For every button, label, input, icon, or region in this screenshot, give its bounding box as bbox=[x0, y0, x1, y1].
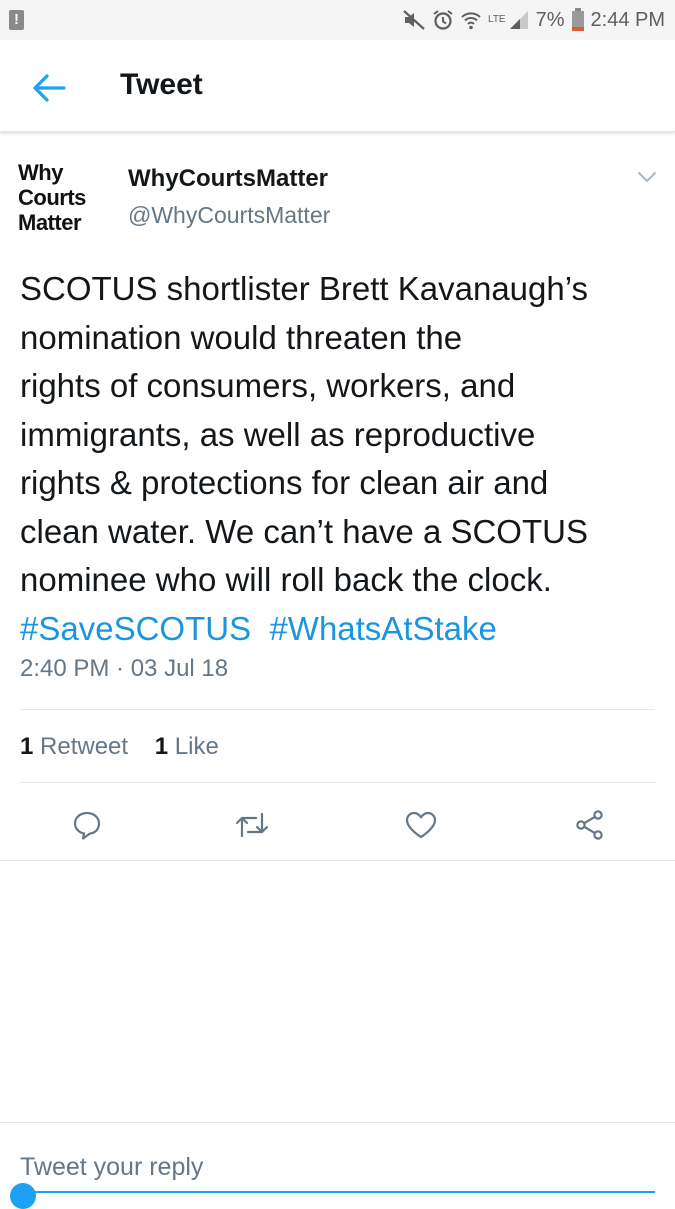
hashtag-line: #SaveSCOTUS #WhatsAtStake bbox=[20, 605, 660, 654]
avatar-line: Why bbox=[18, 160, 63, 185]
battery-icon bbox=[571, 8, 585, 32]
signal-icon bbox=[508, 9, 530, 31]
tweet-line: rights of consumers, workers, and bbox=[20, 367, 516, 404]
chevron-down-icon bbox=[638, 172, 656, 183]
divider bbox=[20, 782, 655, 783]
status-icons: LTE 7% 2:44 PM bbox=[402, 0, 665, 40]
back-button[interactable] bbox=[26, 65, 72, 111]
reply-button[interactable] bbox=[67, 805, 107, 845]
status-bar: ! LTE 7% 2:44 PM bbox=[0, 0, 675, 40]
divider bbox=[20, 709, 655, 710]
retweet-stat-label: Retweet bbox=[40, 733, 129, 760]
like-button[interactable] bbox=[401, 805, 441, 845]
hashtag-link[interactable]: #WhatsAtStake bbox=[269, 610, 496, 647]
tweet-text: SCOTUS shortlister Brett Kavanaugh’s nom… bbox=[20, 265, 660, 653]
mute-icon bbox=[402, 9, 426, 31]
network-type: LTE bbox=[488, 14, 506, 25]
like-count: 1 bbox=[154, 733, 169, 760]
retweet-count: 1 bbox=[20, 733, 34, 760]
clock: 2:44 PM bbox=[590, 8, 665, 31]
reply-input[interactable] bbox=[20, 1147, 650, 1187]
page-title: Tweet bbox=[120, 68, 203, 101]
like-stat-label: Like bbox=[174, 733, 219, 760]
author-name[interactable]: WhyCourtsMatter bbox=[128, 165, 328, 193]
heart-icon bbox=[405, 811, 437, 839]
avatar-line: Courts bbox=[18, 185, 86, 210]
author-handle[interactable]: @WhyCourtsMatter bbox=[128, 202, 330, 229]
share-button[interactable] bbox=[570, 805, 610, 845]
alert-icon: ! bbox=[9, 10, 24, 30]
like-stat[interactable]: 1 Like bbox=[155, 733, 219, 760]
retweet-icon bbox=[235, 812, 269, 838]
tweet-timestamp: 2:40 PM · 03 Jul 18 bbox=[20, 655, 229, 682]
app-bar: Tweet bbox=[0, 40, 675, 132]
arrow-left-icon bbox=[33, 74, 66, 102]
hashtag-link[interactable]: #SaveSCOTUS bbox=[20, 610, 251, 647]
divider bbox=[0, 860, 675, 861]
avatar-line: Matter bbox=[18, 210, 82, 235]
tweet-options-button[interactable] bbox=[632, 162, 662, 192]
tweet-line: immigrants, as well as reproductive bbox=[20, 415, 536, 453]
action-bar bbox=[0, 790, 675, 860]
retweet-button[interactable] bbox=[232, 805, 272, 845]
tweet-line: nominee who will roll back the clock. bbox=[20, 561, 552, 598]
tweet-line: SCOTUS shortlister Brett Kavanaugh’s bbox=[20, 270, 588, 307]
tweet-line: clean water. We can’t have a SCOTUS bbox=[20, 512, 588, 550]
wifi-icon bbox=[460, 9, 482, 31]
reply-composer bbox=[0, 1122, 675, 1201]
share-icon bbox=[576, 810, 603, 840]
tweet-line: rights & protections for clean air and bbox=[20, 464, 549, 501]
retweet-stat[interactable]: 1 Retweet bbox=[20, 733, 128, 760]
alarm-icon bbox=[432, 9, 454, 31]
cursor-handle[interactable] bbox=[10, 1183, 36, 1209]
battery-percent: 7% bbox=[535, 8, 565, 31]
tweet-line: nomination would threaten the bbox=[20, 318, 463, 356]
reply-icon bbox=[73, 811, 101, 840]
reply-input-underline bbox=[20, 1191, 655, 1193]
avatar[interactable]: Why Courts Matter bbox=[18, 160, 106, 235]
tweet-stats: 1 Retweet 1 Like bbox=[20, 733, 219, 761]
